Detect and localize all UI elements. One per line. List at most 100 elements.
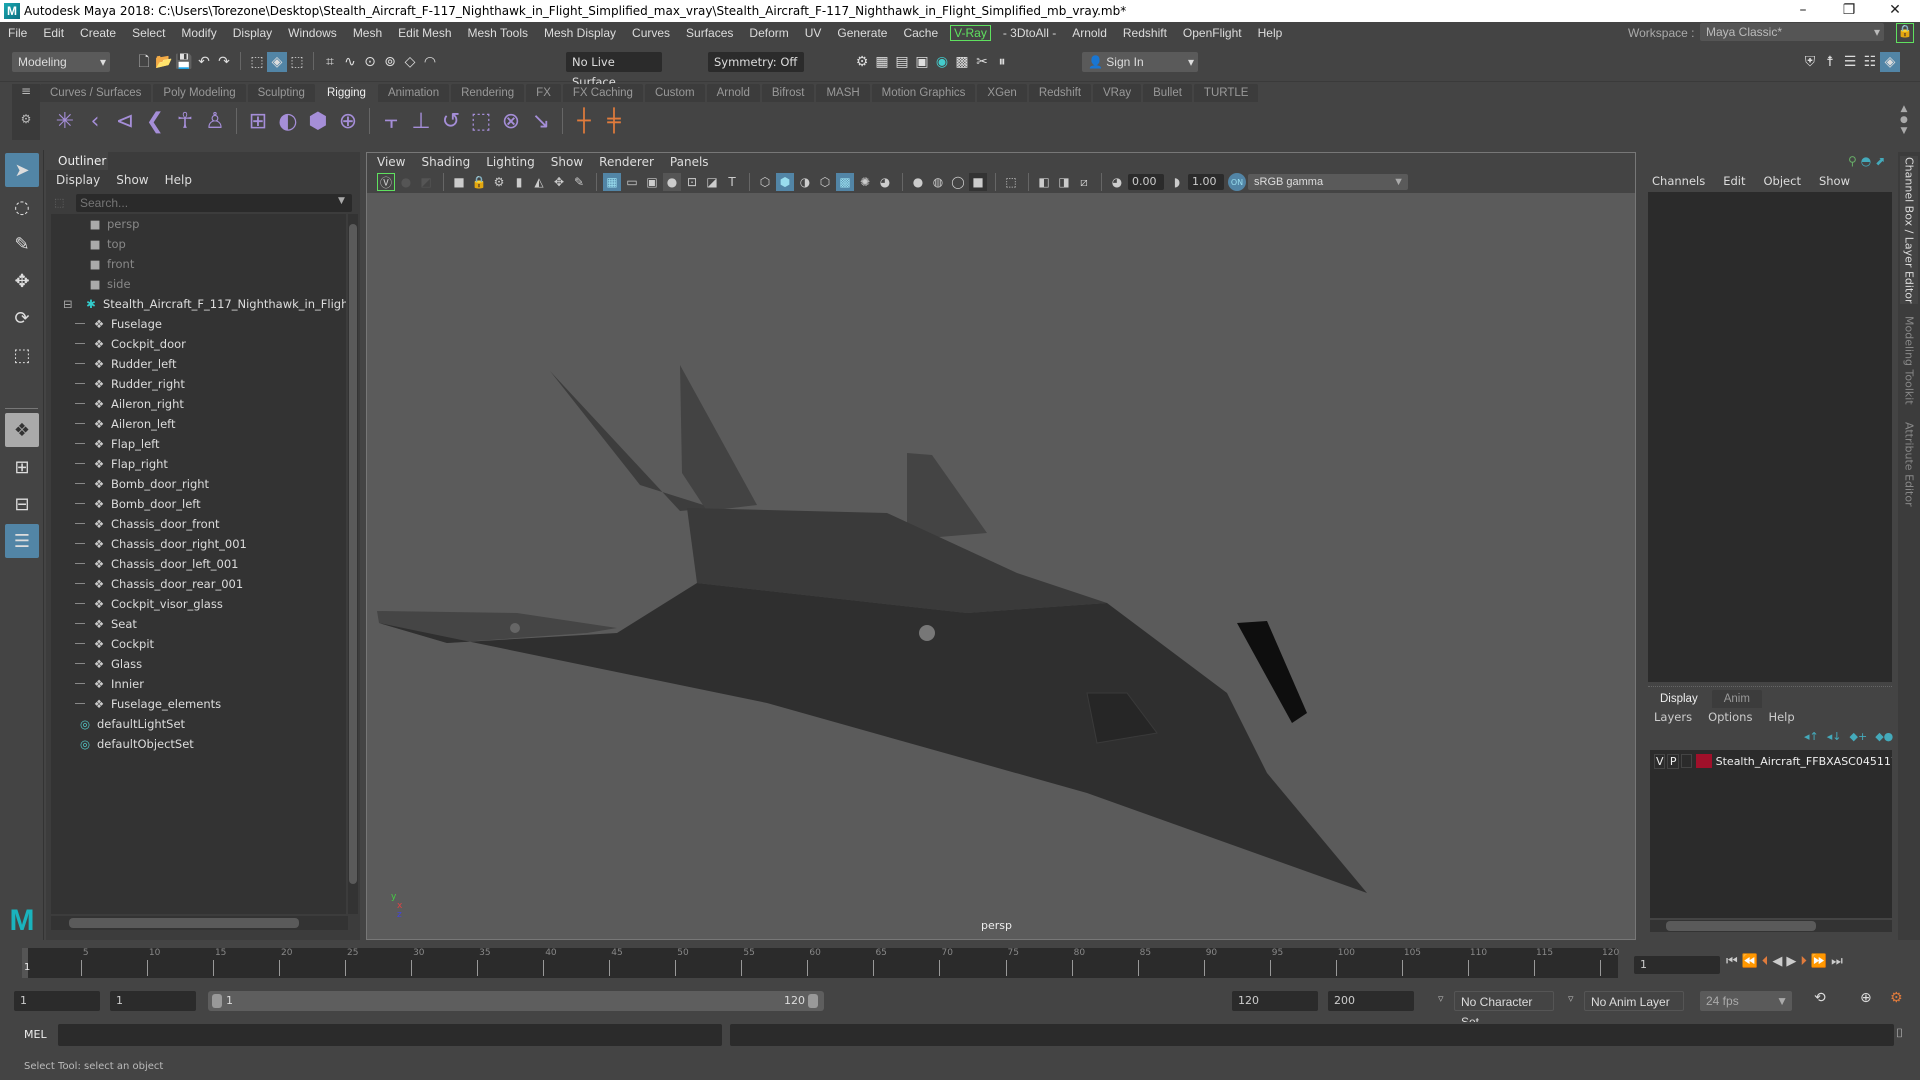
sign-in-button[interactable]: 👤 Sign In ▾: [1082, 52, 1198, 72]
side-tab-channel-box[interactable]: Channel Box / Layer Editor: [1900, 156, 1918, 304]
wireframe-icon[interactable]: ⬡: [756, 173, 774, 191]
wireframe-on-shaded-icon[interactable]: ⬡: [816, 173, 834, 191]
range-start-handle[interactable]: [212, 994, 222, 1008]
menu-redshift[interactable]: Redshift: [1115, 26, 1175, 40]
mel-input[interactable]: [58, 1024, 722, 1046]
play-backward-icon[interactable]: ◀: [1772, 954, 1782, 969]
outliner-item-camera[interactable]: ■ side: [51, 274, 346, 294]
step-forward-key-icon[interactable]: ⏩: [1811, 954, 1827, 969]
shelf-tab-fx-caching[interactable]: FX Caching: [562, 84, 643, 102]
select-tool-icon[interactable]: ➤: [5, 153, 39, 187]
outliner-item-mesh[interactable]: ❖ Cockpit: [51, 634, 346, 654]
four-pane-layout-icon[interactable]: ⊞: [5, 450, 39, 484]
menu-curves[interactable]: Curves: [624, 26, 678, 40]
shelf-tab-poly-modeling[interactable]: Poly Modeling: [153, 84, 246, 102]
layer-visibility-toggle[interactable]: V: [1654, 753, 1666, 769]
animation-start-field[interactable]: 1: [14, 991, 100, 1011]
shelf-tab-curves-surfaces[interactable]: Curves / Surfaces: [40, 84, 152, 102]
loop-icon[interactable]: ⟲: [1814, 990, 1826, 1006]
outliner-item-mesh[interactable]: ❖ Chassis_door_left_001: [51, 554, 346, 574]
chevron-down-icon[interactable]: ▼: [338, 196, 345, 206]
humanik-icon[interactable]: ☥: [170, 106, 200, 136]
outliner-item-mesh[interactable]: ❖ Chassis_door_rear_001: [51, 574, 346, 594]
go-to-start-icon[interactable]: ⏮: [1726, 954, 1738, 969]
use-lights-icon[interactable]: ✺: [856, 173, 874, 191]
shelf-tab-motion-graphics[interactable]: Motion Graphics: [871, 84, 976, 102]
shelf-tab-bullet[interactable]: Bullet: [1143, 84, 1192, 102]
layers-menu-options[interactable]: Options: [1708, 710, 1752, 724]
outliner-menu-show[interactable]: Show: [116, 173, 148, 187]
side-tab-attribute-editor[interactable]: Attribute Editor: [1900, 414, 1918, 514]
blend-shape-icon[interactable]: ◐: [273, 106, 303, 136]
step-forward-frame-icon[interactable]: ⏵: [1800, 954, 1807, 969]
menu-vray[interactable]: V-Ray: [950, 25, 991, 41]
viewport-persp[interactable]: View Shading Lighting Show Renderer Pane…: [366, 152, 1636, 940]
outliner-item-mesh[interactable]: ❖ Fuselage_elements: [51, 694, 346, 714]
menu-mesh[interactable]: Mesh: [345, 26, 390, 40]
resolution-gate-icon[interactable]: ▣: [643, 173, 661, 191]
exposure-field[interactable]: 0.00: [1128, 174, 1164, 190]
shelf-tab-bifrost[interactable]: Bifrost: [761, 84, 815, 102]
shelf-tab-vray[interactable]: VRay: [1093, 84, 1142, 102]
range-slider[interactable]: 1 120: [208, 991, 824, 1011]
lock-icon[interactable]: 🔒: [1896, 23, 1914, 43]
outliner-item-mesh[interactable]: ❖ Flap_right: [51, 454, 346, 474]
outliner-item-mesh[interactable]: ❖ Chassis_door_right_001: [51, 534, 346, 554]
exposure-icon[interactable]: ◕: [1108, 173, 1126, 191]
aircraft-model[interactable]: [367, 193, 1635, 939]
menu-mesh-display[interactable]: Mesh Display: [536, 26, 624, 40]
outliner-item-set[interactable]: ◎ defaultObjectSet: [51, 734, 346, 754]
new-scene-icon[interactable]: 🗋: [134, 52, 154, 72]
shelf-tab-mash[interactable]: MASH: [816, 84, 870, 102]
script-editor-icon[interactable]: ⌷: [1896, 1026, 1903, 1041]
move-tool-icon[interactable]: ✥: [5, 264, 39, 298]
paint-select-icon[interactable]: ✎: [5, 227, 39, 261]
snap-live-icon[interactable]: ◠: [420, 52, 440, 72]
menu-mesh-tools[interactable]: Mesh Tools: [460, 26, 536, 40]
step-back-key-icon[interactable]: ⏪: [1742, 954, 1758, 969]
outliner-item-mesh[interactable]: ❖ Aileron_right: [51, 394, 346, 414]
outliner-layout-icon[interactable]: ☰: [5, 524, 39, 558]
anti-aliasing-icon[interactable]: ◯: [949, 173, 967, 191]
outliner-item-mesh[interactable]: ❖ Glass: [51, 654, 346, 674]
rotate-tool-icon[interactable]: ⟳: [5, 301, 39, 335]
gamma-field[interactable]: 1.00: [1188, 174, 1224, 190]
animation-end-field[interactable]: 200: [1328, 991, 1414, 1011]
side-tab-modeling-toolkit[interactable]: Modeling Toolkit: [1900, 310, 1918, 410]
outliner-item-mesh[interactable]: ❖ Aileron_left: [51, 414, 346, 434]
vray-sphere-icon[interactable]: ●: [397, 173, 415, 191]
xray-active-icon[interactable]: ◨: [1055, 173, 1073, 191]
outliner-item-root[interactable]: ✱ Stealth_Aircraft_F_117_Nighthawk_in_Fli…: [51, 294, 346, 314]
layers-menu-layers[interactable]: Layers: [1654, 710, 1692, 724]
color-management-toggle[interactable]: ON: [1228, 173, 1246, 191]
two-pane-layout-icon[interactable]: ⊟: [5, 487, 39, 521]
image-plane-icon[interactable]: ◭: [530, 173, 548, 191]
snap-curve-icon[interactable]: ∿: [340, 52, 360, 72]
outliner-horizontal-scrollbar[interactable]: [51, 916, 348, 930]
color-space-dropdown[interactable]: sRGB gamma ▼: [1248, 174, 1408, 190]
channels-menu-show[interactable]: Show: [1819, 174, 1850, 188]
layer-row[interactable]: V P Stealth_Aircraft_FFBXASC045117_Night…: [1650, 750, 1892, 772]
channels-menu-edit[interactable]: Edit: [1723, 174, 1745, 188]
menu-cache[interactable]: Cache: [895, 26, 946, 40]
undo-icon[interactable]: ↶: [194, 52, 214, 72]
shelf-tab-rigging[interactable]: Rigging: [316, 84, 376, 102]
shelf-tab-redshift[interactable]: Redshift: [1028, 84, 1092, 102]
viewport-menu-show[interactable]: Show: [551, 155, 583, 169]
menu-uv[interactable]: UV: [797, 26, 830, 40]
human-ik-icon[interactable]: ☨: [1820, 52, 1840, 72]
outliner-item-camera[interactable]: ■ front: [51, 254, 346, 274]
maximize-button[interactable]: ❐: [1826, 0, 1872, 22]
ipr-render-icon[interactable]: ▤: [892, 52, 912, 72]
safe-action-icon[interactable]: ◪: [703, 173, 721, 191]
chevron-down-icon[interactable]: ▿: [1568, 992, 1574, 1005]
outliner-item-mesh[interactable]: ❖ Cockpit_door: [51, 334, 346, 354]
layer-display-type[interactable]: [1680, 754, 1693, 768]
orient-constraint-icon[interactable]: ↺: [436, 106, 466, 136]
mode-dropdown[interactable]: Modeling ▾: [12, 52, 110, 72]
ik-spline-icon[interactable]: ⊲: [110, 106, 140, 136]
menu-help[interactable]: Help: [1250, 26, 1291, 40]
motion-blur-icon[interactable]: ◍: [929, 173, 947, 191]
menu-display[interactable]: Display: [225, 26, 280, 40]
ik-handle-icon[interactable]: ‹: [80, 106, 110, 136]
